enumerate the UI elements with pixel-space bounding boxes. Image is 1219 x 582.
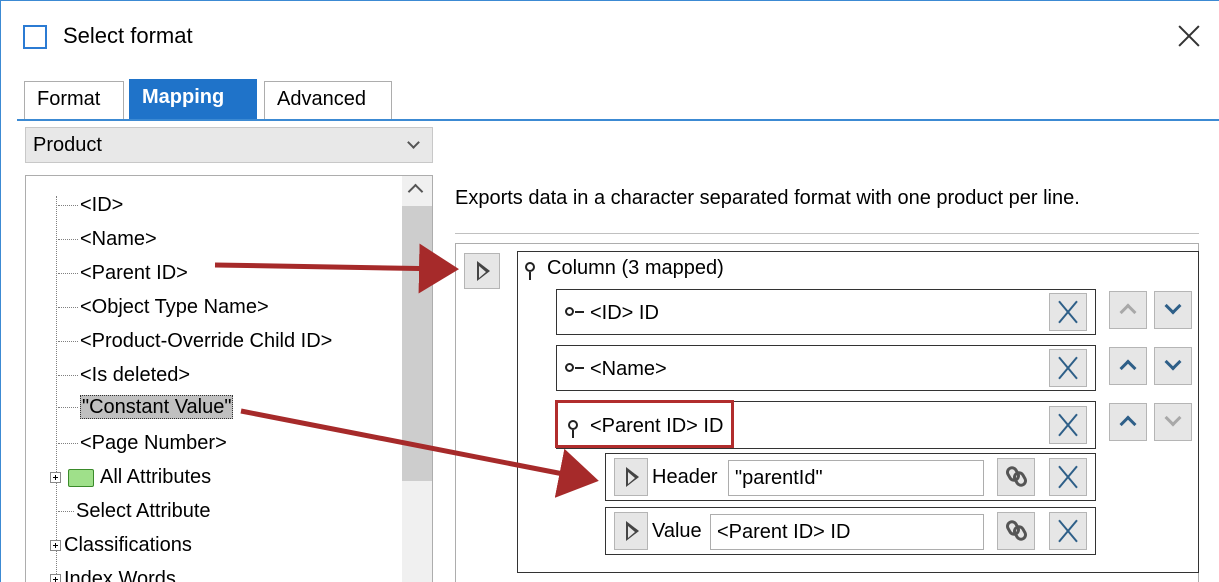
remove-button[interactable] [1049,349,1087,387]
tree-item-parent-id[interactable]: <Parent ID> [58,262,188,285]
tree-item-label: <Object Type Name> [80,296,269,318]
tree-item-index-words[interactable]: Index Words [50,568,176,582]
link-button[interactable] [997,512,1035,550]
tab-underline [17,119,1219,121]
expand-value-button[interactable] [614,512,648,550]
key-icon [565,307,584,316]
remove-button[interactable] [1049,458,1087,496]
tree-item-label: <Parent ID> [80,262,188,284]
close-icon[interactable] [1171,19,1207,55]
key-icon [565,363,584,372]
header-label: Header [652,466,718,488]
tree-item-label: Index Words [64,568,176,582]
tree-item-label: <Page Number> [80,432,227,454]
expand-mapping-button[interactable] [464,253,500,289]
move-up-button[interactable] [1109,403,1147,441]
tree-item-select-attribute[interactable]: Select Attribute [58,500,211,523]
expand-icon[interactable] [50,472,61,484]
tree-item-object-type-name[interactable]: <Object Type Name> [58,296,269,319]
column-header: Column (3 mapped) [525,257,724,280]
folder-icon [68,468,94,487]
dropdown-value: Product [33,134,102,156]
tab-advanced[interactable]: Advanced [264,81,392,119]
remove-button[interactable] [1049,512,1087,550]
move-down-button[interactable] [1154,347,1192,385]
row-text: <ID> ID [590,302,659,324]
tab-mapping[interactable]: Mapping [129,79,257,120]
title-bar: Select format [1,1,1219,71]
remove-button[interactable] [1049,406,1087,444]
pin-icon [525,262,535,280]
format-description: Exports data in a character separated fo… [455,187,1080,209]
tree-connector [56,196,57,582]
pin-icon [568,420,578,438]
chevron-down-icon [407,136,420,149]
tree-item-label: <ID> [80,194,124,216]
chevron-up-icon [1119,359,1137,377]
mapping-row-name[interactable]: <Name> [556,345,1096,391]
attribute-tree: <ID> <Name> <Parent ID> <Object Type Nam… [25,175,433,582]
tree-item-label: Select Attribute [76,500,211,522]
row-label: <Parent ID> ID [555,400,735,448]
tree-item-label: <Is deleted> [80,364,191,386]
chevron-down-icon [1164,297,1182,315]
tree-item-is-deleted[interactable]: <Is deleted> [58,364,190,387]
mapping-row-id[interactable]: <ID> ID [556,289,1096,335]
header-sub-row: Header "parentId" [605,453,1096,501]
tree-item-label: Classifications [64,534,192,556]
link-button[interactable] [997,458,1035,496]
row-label: <ID> ID [565,302,659,325]
chevron-up-icon [1119,303,1137,321]
expand-header-button[interactable] [614,458,648,496]
tree-item-label: All Attributes [100,466,212,488]
expand-icon[interactable] [50,540,61,552]
chevron-down-icon [1164,353,1182,371]
value-sub-row: Value <Parent ID> ID [605,507,1096,555]
tree-item-constant-value[interactable]: "Constant Value" [58,395,234,419]
row-label: <Name> [565,358,667,381]
header-input[interactable]: "parentId" [728,460,984,496]
column-label: Column (3 mapped) [547,257,724,279]
tree-item-label: <Product-Override Child ID> [80,330,333,352]
tree-item-product-override-child-id[interactable]: <Product-Override Child ID> [58,330,332,353]
tree-item-label: <Name> [80,228,157,250]
move-down-button [1154,403,1192,441]
window-icon [23,25,47,49]
scroll-up-icon[interactable] [407,183,424,200]
tree-item-all-attributes[interactable]: All Attributes [50,466,211,489]
value-label: Value [652,520,702,542]
tree-scrollbar[interactable] [402,176,432,582]
tab-format[interactable]: Format [24,81,124,119]
expand-icon[interactable] [50,574,61,582]
chevron-up-icon [1119,415,1137,433]
move-up-button[interactable] [1109,347,1147,385]
dialog-window: Select format Format Mapping Advanced Pr… [0,0,1219,582]
mapping-row-parent-id[interactable]: <Parent ID> ID [555,400,1096,449]
tree-item-name[interactable]: <Name> [58,228,157,251]
move-up-button [1109,291,1147,329]
window-title: Select format [63,23,193,48]
separator [455,233,1199,234]
tree-item-id[interactable]: <ID> [58,194,123,217]
tree-item-page-number[interactable]: <Page Number> [58,432,227,455]
chevron-down-icon [1164,409,1182,427]
remove-button[interactable] [1049,293,1087,331]
object-type-dropdown[interactable]: Product [25,127,433,163]
value-input[interactable]: <Parent ID> ID [710,514,984,550]
scroll-thumb[interactable] [402,206,432,481]
row-text: <Parent ID> ID [590,415,724,437]
tree-item-classifications[interactable]: Classifications [50,534,192,557]
move-down-button[interactable] [1154,291,1192,329]
row-text: <Name> [590,358,667,380]
tree-item-label: "Constant Value" [80,395,234,419]
